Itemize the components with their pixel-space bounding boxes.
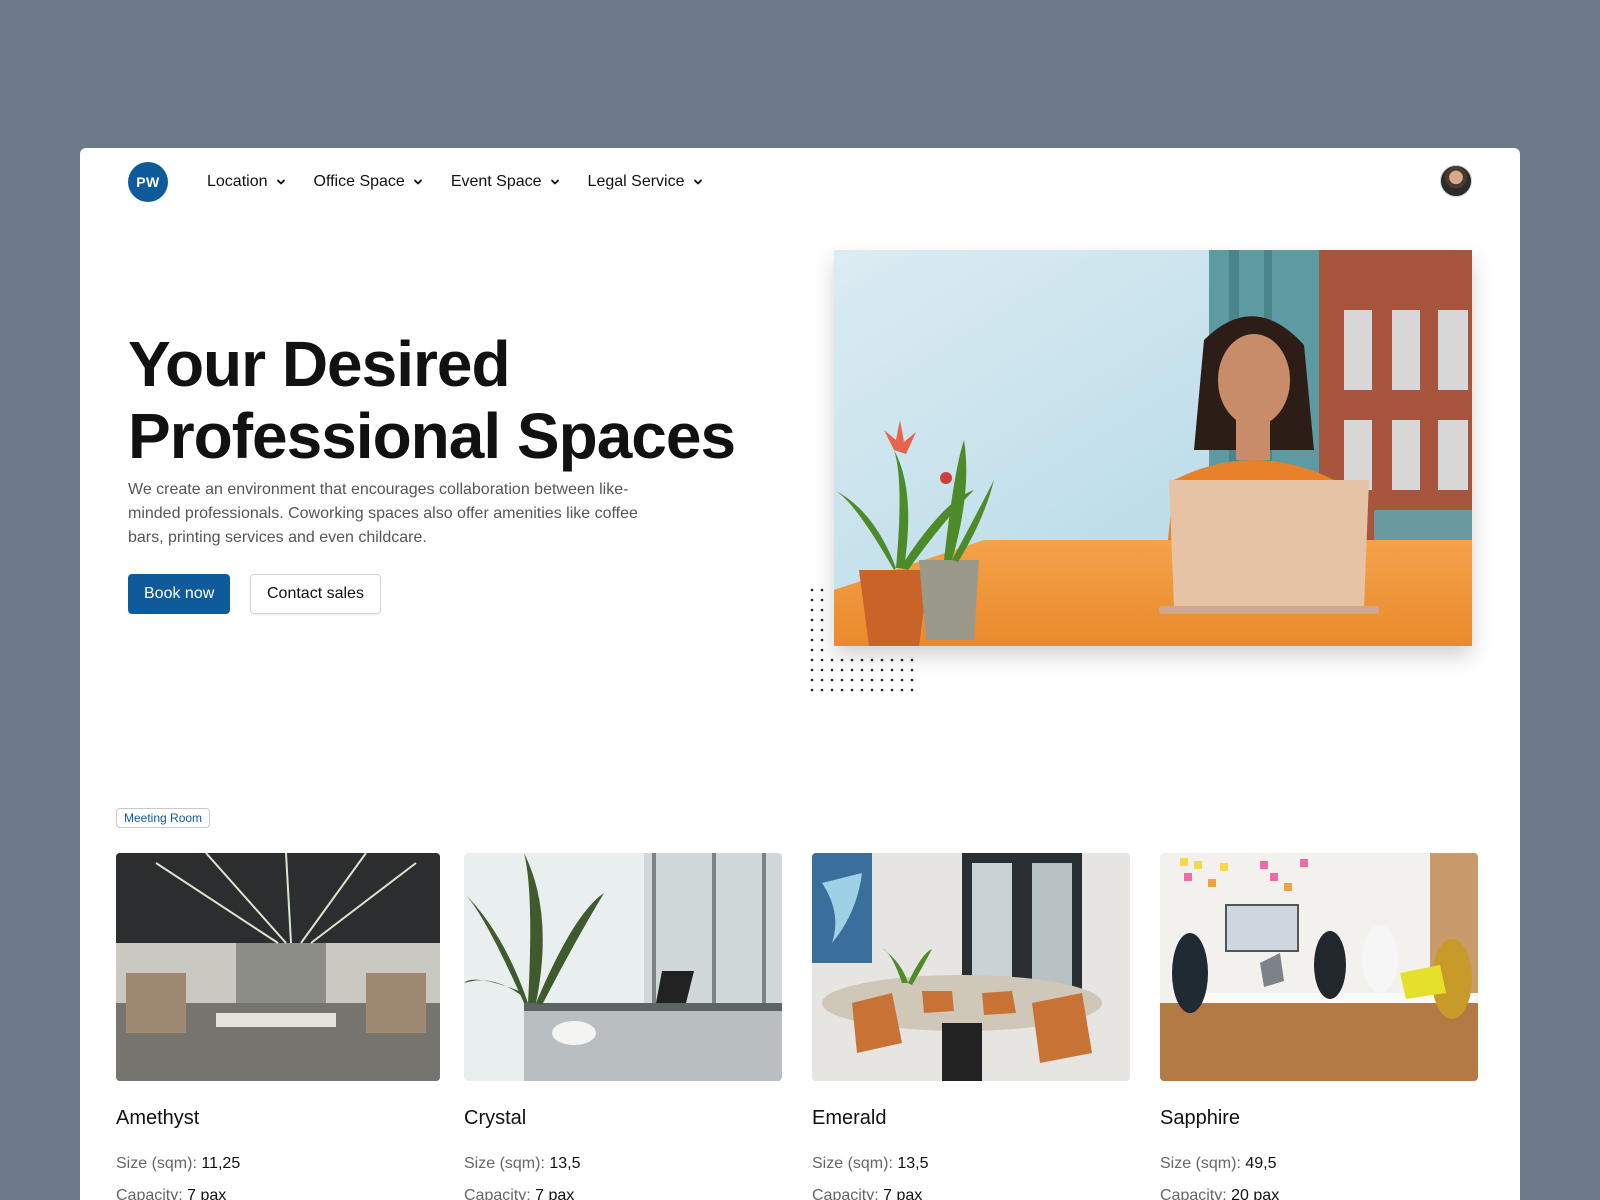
- room-name: Crystal: [464, 1107, 527, 1129]
- room-name: Sapphire: [1160, 1107, 1241, 1129]
- capacity-label: Capacity:: [812, 1187, 879, 1200]
- capacity-value: 7 pax: [535, 1187, 575, 1200]
- nav-item-label: Office Space: [313, 173, 405, 190]
- room-specs: Size (sqm): 13,5 Capacity: 7 pax: [812, 1148, 1130, 1200]
- capacity-label: Capacity:: [464, 1187, 531, 1200]
- size-label: Size (sqm):: [1160, 1155, 1241, 1172]
- room-image: [116, 853, 440, 1081]
- room-capacity: Capacity: 7 pax: [116, 1180, 440, 1200]
- capacity-value: 7 pax: [187, 1187, 227, 1200]
- open-office-photo: [116, 853, 440, 1081]
- room-image: [464, 853, 782, 1081]
- room-specs: Size (sqm): 13,5 Capacity: 7 pax: [464, 1148, 782, 1200]
- hero-title-line2: Professional Spaces: [128, 400, 736, 472]
- size-label: Size (sqm):: [116, 1155, 197, 1172]
- nav-item-label: Legal Service: [587, 173, 685, 190]
- room-name: Emerald: [812, 1107, 887, 1129]
- room-card[interactable]: Emerald Size (sqm): 13,5 Capacity: 7 pax: [812, 853, 1130, 1200]
- team-meeting-photo: [1160, 853, 1478, 1081]
- nav-item-legal-service[interactable]: Legal Service: [588, 173, 703, 191]
- main-page: PW Location Office Space Event Space Leg…: [80, 148, 1520, 1200]
- capacity-label: Capacity:: [1160, 1187, 1227, 1200]
- size-label: Size (sqm):: [464, 1155, 545, 1172]
- contact-sales-button[interactable]: Contact sales: [250, 574, 381, 614]
- capacity-value: 7 pax: [883, 1187, 923, 1200]
- size-value: 13,5: [549, 1155, 581, 1172]
- room-capacity: Capacity: 20 pax: [1160, 1180, 1478, 1200]
- room-image: [1160, 853, 1478, 1081]
- size-value: 13,5: [897, 1155, 929, 1172]
- room-card[interactable]: Amethyst Size (sqm): 11,25 Capacity: 7 p…: [116, 853, 440, 1200]
- top-nav: PW Location Office Space Event Space Leg…: [128, 162, 731, 202]
- logo[interactable]: PW: [128, 162, 168, 202]
- woman-with-laptop-illustration: [834, 250, 1472, 646]
- room-name: Amethyst: [116, 1107, 200, 1129]
- window-desk-photo: [464, 853, 782, 1081]
- conference-room-photo: [812, 853, 1130, 1081]
- room-capacity: Capacity: 7 pax: [812, 1180, 1130, 1200]
- nav-item-office-space[interactable]: Office Space: [314, 173, 423, 191]
- room-size: Size (sqm): 11,25: [116, 1148, 440, 1180]
- book-now-button[interactable]: Book now: [128, 574, 231, 614]
- room-size: Size (sqm): 49,5: [1160, 1148, 1478, 1180]
- room-size: Size (sqm): 13,5: [464, 1148, 782, 1180]
- meeting-room-badge: Meeting Room: [116, 808, 211, 828]
- size-value: 49,5: [1245, 1155, 1277, 1172]
- hero-title-line1: Your Desired: [128, 328, 511, 400]
- nav-item-event-space[interactable]: Event Space: [451, 173, 560, 191]
- size-label: Size (sqm):: [812, 1155, 893, 1172]
- room-card[interactable]: Sapphire Size (sqm): 49,5 Capacity: 20 p…: [1160, 853, 1478, 1200]
- room-specs: Size (sqm): 49,5 Capacity: 20 pax: [1160, 1148, 1478, 1200]
- nav-item-label: Event Space: [450, 173, 542, 190]
- hero-title: Your Desired Professional Spaces: [128, 328, 768, 472]
- nav-item-location[interactable]: Location: [207, 173, 286, 191]
- chevron-down-icon: [276, 179, 285, 185]
- nav-item-label: Location: [207, 173, 268, 190]
- room-specs: Size (sqm): 11,25 Capacity: 7 pax: [116, 1148, 440, 1200]
- capacity-value: 20 pax: [1231, 1187, 1280, 1200]
- hero-description: We create an environment that encourages…: [128, 481, 638, 546]
- size-value: 11,25: [201, 1155, 241, 1172]
- chevron-down-icon: [413, 179, 422, 185]
- room-image: [812, 853, 1130, 1081]
- user-avatar[interactable]: [1440, 165, 1472, 197]
- room-capacity: Capacity: 7 pax: [464, 1180, 782, 1200]
- chevron-down-icon: [550, 179, 559, 185]
- hero-image: [834, 250, 1472, 646]
- room-size: Size (sqm): 13,5: [812, 1148, 1130, 1180]
- chevron-down-icon: [693, 179, 702, 185]
- capacity-label: Capacity:: [116, 1187, 183, 1200]
- room-card[interactable]: Crystal Size (sqm): 13,5 Capacity: 7 pax: [464, 853, 782, 1200]
